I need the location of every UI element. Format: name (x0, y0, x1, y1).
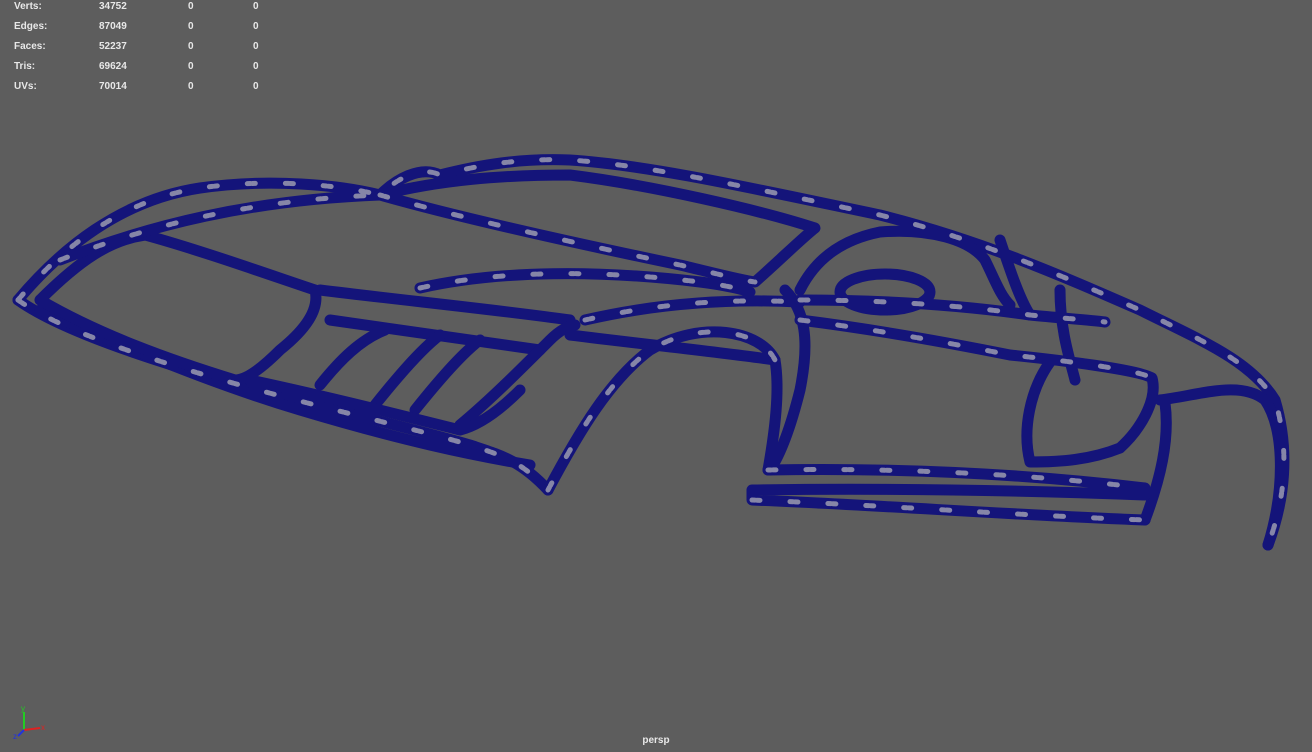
hud-selected: 0 (188, 61, 194, 72)
axis-label-x: x (41, 723, 45, 732)
hud-component: 0 (253, 81, 259, 92)
hud-row-verts: Verts: 34752 0 0 (14, 0, 274, 20)
axis-label-y: y (21, 704, 25, 713)
hud-selected: 0 (188, 21, 194, 32)
view-axis-gizmo-icon: y x z (13, 704, 45, 740)
hud-total: 34752 (99, 1, 127, 12)
upper-bar-1 (414, 268, 756, 298)
shoulder-bar (794, 314, 1159, 468)
hud-row-faces: Faces: 52237 0 0 (14, 40, 274, 60)
hud-label: Edges: (14, 21, 48, 32)
car-body-wireframe (12, 154, 1290, 551)
camera-label: persp (642, 735, 670, 746)
front-intake-1 (314, 324, 391, 391)
hud-row-tris: Tris: 69624 0 0 (14, 60, 274, 80)
hud-row-edges: Edges: 87049 0 0 (14, 20, 274, 40)
upper-bar-2 (579, 295, 806, 326)
hud-label: Tris: (14, 61, 36, 72)
hud-total: 52237 (99, 41, 127, 52)
hud-component: 0 (253, 41, 259, 52)
hud-selected: 0 (188, 81, 194, 92)
hud-total: 87049 (99, 21, 127, 32)
hud-selected: 0 (188, 41, 194, 52)
viewport-3d[interactable] (0, 0, 1312, 752)
hud-component: 0 (253, 1, 259, 12)
poly-count-hud: Verts: 34752 0 0 Edges: 87049 0 0 Faces: 52237 0… (14, 0, 274, 100)
hud-row-uvs: UVs: 70014 0 0 (14, 80, 274, 100)
hud-label: Verts: (14, 1, 42, 12)
hud-selected: 0 (188, 1, 194, 12)
hud-total: 69624 (99, 61, 127, 72)
hud-total: 70014 (99, 81, 127, 92)
hud-component: 0 (253, 61, 259, 72)
rear-wheel-arch (1139, 384, 1286, 551)
hud-label: Faces: (14, 41, 46, 52)
hud-label: UVs: (14, 81, 37, 92)
hud-component: 0 (253, 21, 259, 32)
